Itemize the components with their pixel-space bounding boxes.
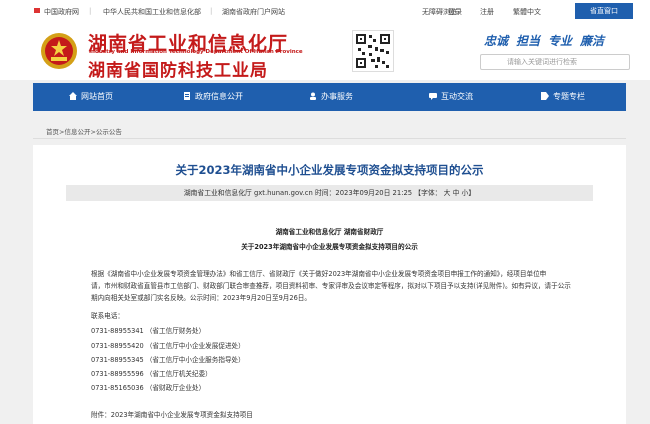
region-window-label: 省直窗口 — [590, 7, 618, 15]
divider: | — [210, 7, 213, 15]
nav-item-interaction[interactable]: 互动交流 — [429, 83, 473, 111]
divider: | — [89, 7, 92, 15]
article-panel: 关于2023年湖南省中小企业发展专项资金拟支持项目的公示 湖南省工业和信息化厅 … — [33, 145, 626, 424]
body-line: 根据《湖南省中小企业发展专项资金管理办法》和省工信厅、省财政厅《关于做好2023… — [91, 270, 547, 278]
article-subject: 关于2023年湖南省中小企业发展专项资金拟支持项目的公示 — [241, 243, 418, 251]
link-hunan-gov[interactable]: 湖南省政府门户网站 — [222, 7, 285, 17]
slogan: 忠诚 — [484, 34, 509, 48]
site-title-english: Industry and Information Technology Depa… — [89, 49, 303, 55]
qr-code-icon — [352, 30, 394, 72]
contact-line: 0731-88955596 （省工信厅机关纪委） — [91, 370, 212, 378]
search-placeholder: 请输入关键词进行检索 — [507, 58, 577, 66]
link-gov-cn[interactable]: 中国政府网 — [44, 7, 79, 17]
document-icon — [184, 92, 190, 100]
attachment-link[interactable]: 附件：2023年湖南省中小企业发展专项资金拟支持项目 — [91, 409, 253, 419]
nav-item-home[interactable]: 网站首页 — [69, 83, 113, 111]
nav-item-label: 互动交流 — [441, 92, 473, 101]
slogans: 忠诚 担当 专业 廉洁 — [484, 32, 612, 49]
traditional-chinese-link[interactable]: 繁體中文 — [513, 7, 541, 17]
nav-item-label: 办事服务 — [321, 92, 353, 101]
article-issuer: 湖南省工业和信息化厅 湖南省财政厅 — [275, 228, 384, 236]
article-title: 关于2023年湖南省中小企业发展专项资金拟支持项目的公示 — [175, 163, 484, 177]
search-input[interactable]: 请输入关键词进行检索 — [480, 54, 630, 70]
home-icon — [69, 92, 77, 100]
body-line: 请，市州和财政省直管县市工信部门、财政部门联合审查推荐，项目资料初审、专家评审及… — [91, 282, 571, 290]
slogan: 廉洁 — [580, 34, 605, 48]
nav-item-services[interactable]: 办事服务 — [309, 83, 353, 111]
body-line: 期内向相关处室或部门实名反映。公示时间：2023年9月20日至9月26日。 — [91, 294, 311, 302]
top-bar: 中国政府网 | 中华人民共和国工业和信息化部 | 湖南省政府门户网站 无障碍浏览… — [0, 0, 650, 22]
site-subtitle: 湖南省国防科技工业局 — [88, 61, 268, 81]
slogan: 专业 — [548, 34, 573, 48]
nav-item-label: 网站首页 — [81, 92, 113, 101]
contact-line: 0731-88955341 （省工信厅财务处） — [91, 327, 206, 335]
nav-item-label: 专题专栏 — [553, 92, 585, 101]
contact-line: 0731-88955420 （省工信厅中小企业发展促进处） — [91, 342, 245, 350]
nav-item-label: 政府信息公开 — [195, 92, 243, 101]
tag-icon — [541, 92, 549, 100]
main-nav: 网站首页 政府信息公开 办事服务 互动交流 专题专栏 — [33, 83, 626, 111]
register-link[interactable]: 注册 — [480, 7, 494, 17]
region-window-button[interactable]: 省直窗口 — [575, 3, 633, 19]
link-miit[interactable]: 中华人民共和国工业和信息化部 — [103, 7, 201, 17]
slogan: 担当 — [516, 34, 541, 48]
national-emblem-icon — [41, 33, 77, 69]
nav-item-gov-info[interactable]: 政府信息公开 — [183, 83, 243, 111]
contact-line: 0731-85165036 （省财政厅企业处） — [91, 384, 206, 392]
divider — [33, 138, 626, 139]
chat-icon — [429, 93, 437, 100]
login-link[interactable]: 登录 — [448, 7, 462, 17]
service-icon — [310, 92, 316, 100]
breadcrumb[interactable]: 首页>信息公开>公示公告 — [46, 126, 122, 136]
article-meta: 湖南省工业和信息化厅 gxt.hunan.gov.cn 时间：2023年09月2… — [66, 185, 593, 201]
contact-line: 0731-88955345 （省工信厅中小企业服务指导处） — [91, 356, 245, 364]
contact-label: 联系电话： — [91, 312, 124, 320]
nav-item-topics[interactable]: 专题专栏 — [541, 83, 585, 111]
flag-icon — [34, 8, 40, 13]
